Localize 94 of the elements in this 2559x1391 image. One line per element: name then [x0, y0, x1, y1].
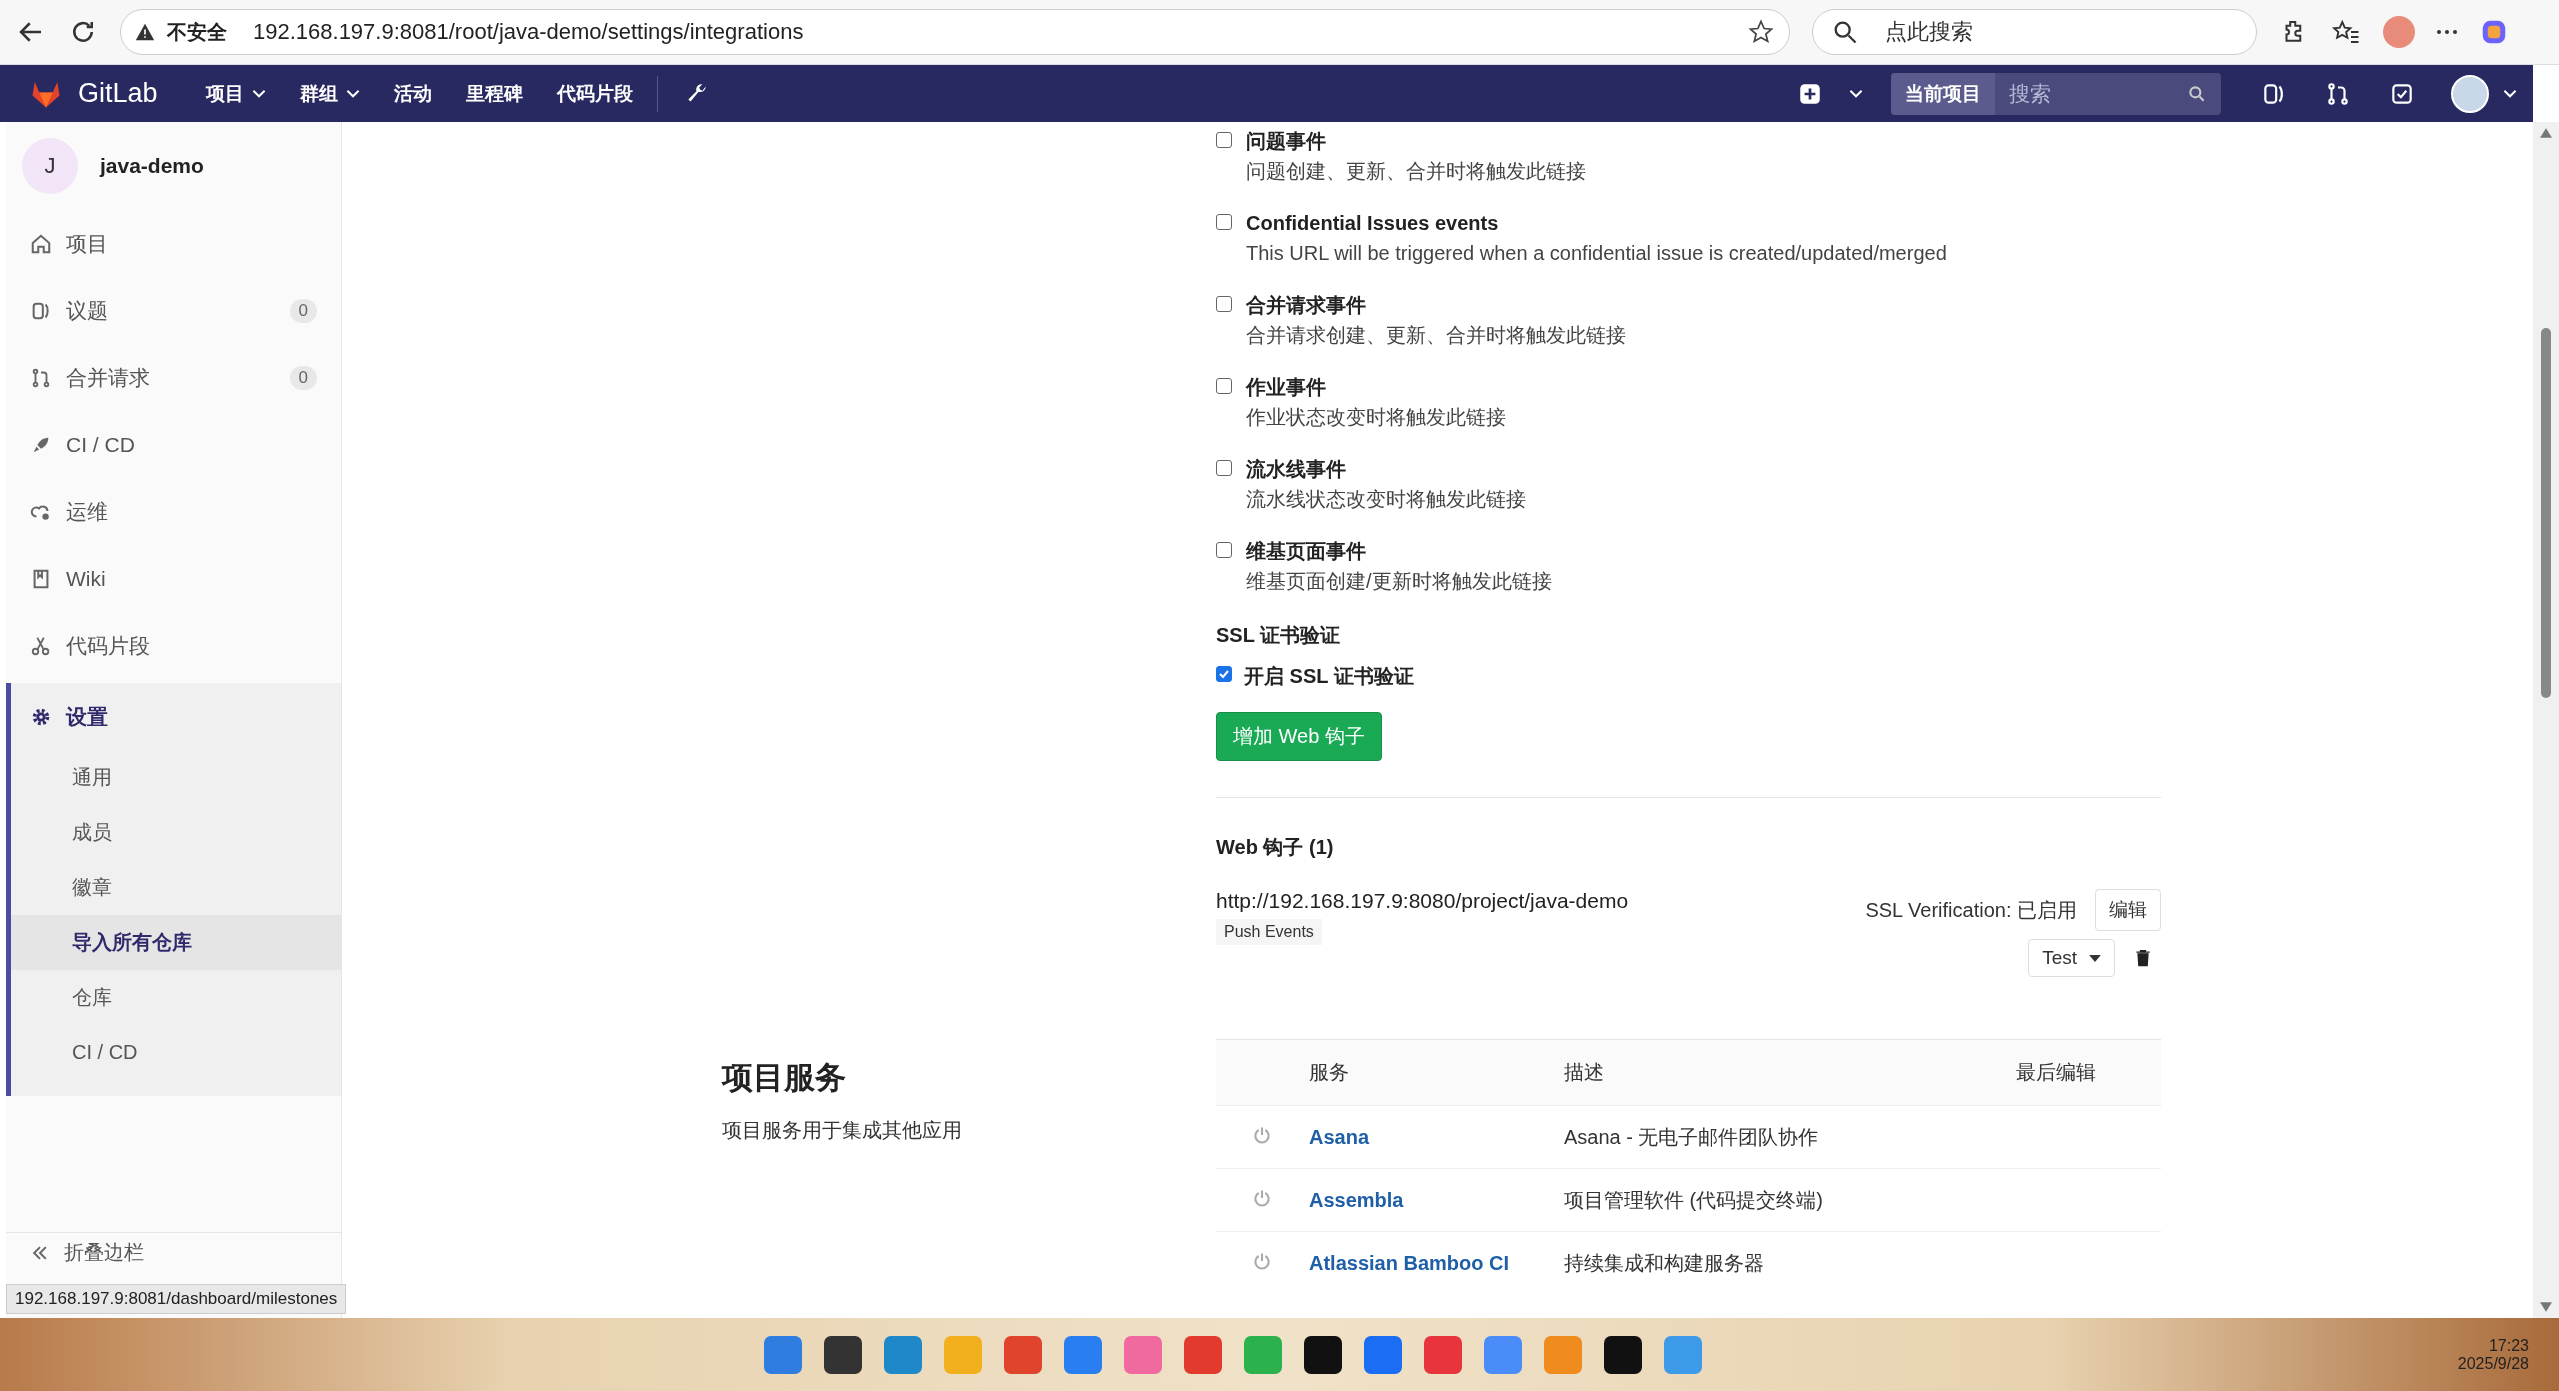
scrollbar[interactable]: [2533, 122, 2559, 1318]
column-header: 服务: [1309, 1061, 1349, 1083]
sidebar-subitem[interactable]: 成员: [11, 805, 341, 860]
event-label[interactable]: 合并请求事件: [1246, 290, 1626, 320]
table-cell: 持续集成和构建服务器: [1564, 1251, 1764, 1274]
scrollbar-thumb[interactable]: [2541, 328, 2551, 698]
sidebar-item[interactable]: 设置: [11, 683, 341, 750]
sidebar-item[interactable]: 合并请求 0: [6, 344, 341, 411]
event-label[interactable]: 维基页面事件: [1246, 536, 1552, 566]
event-tag: Push Events: [1216, 919, 1322, 945]
search-icon: [2187, 83, 2207, 104]
merge-request-icon: [30, 366, 52, 389]
checkbox[interactable]: [1216, 542, 1232, 558]
star-icon[interactable]: [1747, 18, 1775, 46]
sidebar-item[interactable]: CI / CD: [6, 411, 341, 478]
service-link[interactable]: Asana: [1309, 1125, 1370, 1148]
event-description: 合并请求创建、更新、合并时将触发此链接: [1246, 323, 1626, 348]
search-placeholder: 点此搜索: [1885, 18, 1973, 46]
chevron-icon[interactable]: [2503, 89, 2517, 98]
search-placeholder: 搜索: [2008, 80, 2052, 107]
column-header: 描述: [1564, 1061, 1604, 1083]
clock-time: 17:23: [2488, 1336, 2529, 1355]
table-cell: 项目管理软件 (代码提交终端): [1564, 1188, 1823, 1211]
app-icon[interactable]: [1603, 1335, 1642, 1374]
checkbox[interactable]: [1216, 132, 1232, 148]
section-description: 项目服务用于集成其他应用: [722, 1118, 963, 1143]
user-avatar[interactable]: [2451, 74, 2489, 113]
event-description: 问题创建、更新、合并时将触发此链接: [1246, 159, 1586, 184]
address-bar[interactable]: 不安全 192.168.197.9:8081/root/java-demo/settings/integrations: [120, 9, 1790, 55]
section-title: 项目服务: [722, 1059, 847, 1097]
trash-icon[interactable]: [2133, 948, 2153, 968]
sidebar-subitem[interactable]: 徽章: [11, 860, 341, 915]
event-description: 维基页面创建/更新时将触发此链接: [1246, 569, 1552, 594]
checkbox[interactable]: [1216, 296, 1232, 312]
scroll-down-icon[interactable]: [2540, 1302, 2552, 1312]
service-link[interactable]: Assembla: [1309, 1188, 1404, 1211]
event-label[interactable]: 流水线事件: [1246, 454, 1526, 484]
sidebar-item[interactable]: 项目: [6, 210, 341, 277]
webhook-url: http://192.168.197.9:8080/project/java-demo: [1216, 889, 1629, 913]
webhooks-heading: Web 钩子 (1): [1216, 835, 1335, 860]
nav-menu-item[interactable]: 里程碑: [455, 72, 533, 115]
warning-icon: [135, 22, 155, 42]
table-cell: Asana - 无电子邮件团队协作: [1564, 1125, 1819, 1148]
sidebar-subitem[interactable]: 仓库: [11, 970, 341, 1025]
sidebar-item[interactable]: Wiki: [6, 545, 341, 612]
home-icon: [30, 232, 52, 255]
search-field[interactable]: 当前项目 搜索: [1891, 72, 2221, 115]
event-label[interactable]: 作业事件: [1246, 372, 1506, 402]
ssl-checkbox-label[interactable]: 开启 SSL 证书验证: [1244, 663, 1414, 690]
project-avatar: J: [22, 138, 78, 194]
more-icon[interactable]: [2437, 30, 2457, 34]
caret-icon: [2089, 954, 2101, 962]
app-icon[interactable]: [1303, 1335, 1342, 1374]
count-badge: 0: [289, 298, 317, 323]
link-status-tooltip: 192.168.197.9:8081/dashboard/milestones: [6, 1284, 347, 1314]
scroll-up-icon[interactable]: [2540, 128, 2552, 138]
security-label: 不安全: [167, 19, 227, 45]
count-badge: 0: [289, 365, 317, 390]
event-label[interactable]: Confidential Issues events: [1246, 208, 1947, 238]
clock-date: 2025/9/28: [2457, 1354, 2529, 1373]
chevron-icon[interactable]: [1849, 89, 1863, 98]
chevron-icon: [345, 89, 360, 98]
chevron-icon: [251, 89, 266, 98]
sidebar-subitem[interactable]: 通用: [11, 750, 341, 805]
search-scope[interactable]: 当前项目: [1891, 72, 1995, 115]
event-label[interactable]: 问题事件: [1246, 126, 1586, 156]
event-description: 作业状态改变时将触发此链接: [1246, 405, 1506, 430]
ssl-status: SSL Verification: 已启用: [1865, 897, 2077, 923]
app-icon[interactable]: [823, 1335, 862, 1374]
event-description: This URL will be triggered when a confidential issue is created/updated/merged: [1246, 241, 1947, 266]
checkbox[interactable]: [1216, 214, 1232, 230]
ssl-heading: SSL 证书验证: [1216, 623, 1342, 648]
test-dropdown[interactable]: Test: [2028, 939, 2115, 977]
checkbox[interactable]: [1216, 666, 1232, 682]
sidebar-subitem[interactable]: CI / CD: [11, 1025, 341, 1080]
nav-menu-item[interactable]: 活动: [383, 72, 442, 115]
sidebar-item[interactable]: 运维: [6, 478, 341, 545]
service-link[interactable]: Atlassian Bamboo CI: [1309, 1251, 1510, 1274]
event-description: 流水线状态改变时将触发此链接: [1246, 487, 1526, 512]
nav-menu-item[interactable]: 项目: [195, 72, 276, 115]
merge-request-icon[interactable]: [2325, 80, 2351, 107]
sidebar-item[interactable]: 议题 0: [6, 277, 341, 344]
browser-search-field[interactable]: 点此搜索: [1812, 9, 2257, 55]
nav-menu-item[interactable]: 群组: [289, 72, 370, 115]
edit-button[interactable]: 编辑: [2095, 889, 2161, 931]
checkbox[interactable]: [1216, 378, 1232, 394]
column-header: 最后编辑: [2016, 1061, 2096, 1083]
checkbox[interactable]: [1216, 460, 1232, 476]
url-text: 192.168.197.9:8081/root/java-demo/settings/integrations: [253, 19, 805, 45]
nav-menu-item[interactable]: 代码片段: [546, 72, 643, 115]
project-name[interactable]: java-demo: [100, 154, 204, 178]
brand-name[interactable]: GitLab: [78, 78, 158, 109]
sidebar-subitem[interactable]: 导入所有仓库: [11, 915, 341, 970]
sidebar-item[interactable]: 代码片段: [6, 612, 341, 679]
